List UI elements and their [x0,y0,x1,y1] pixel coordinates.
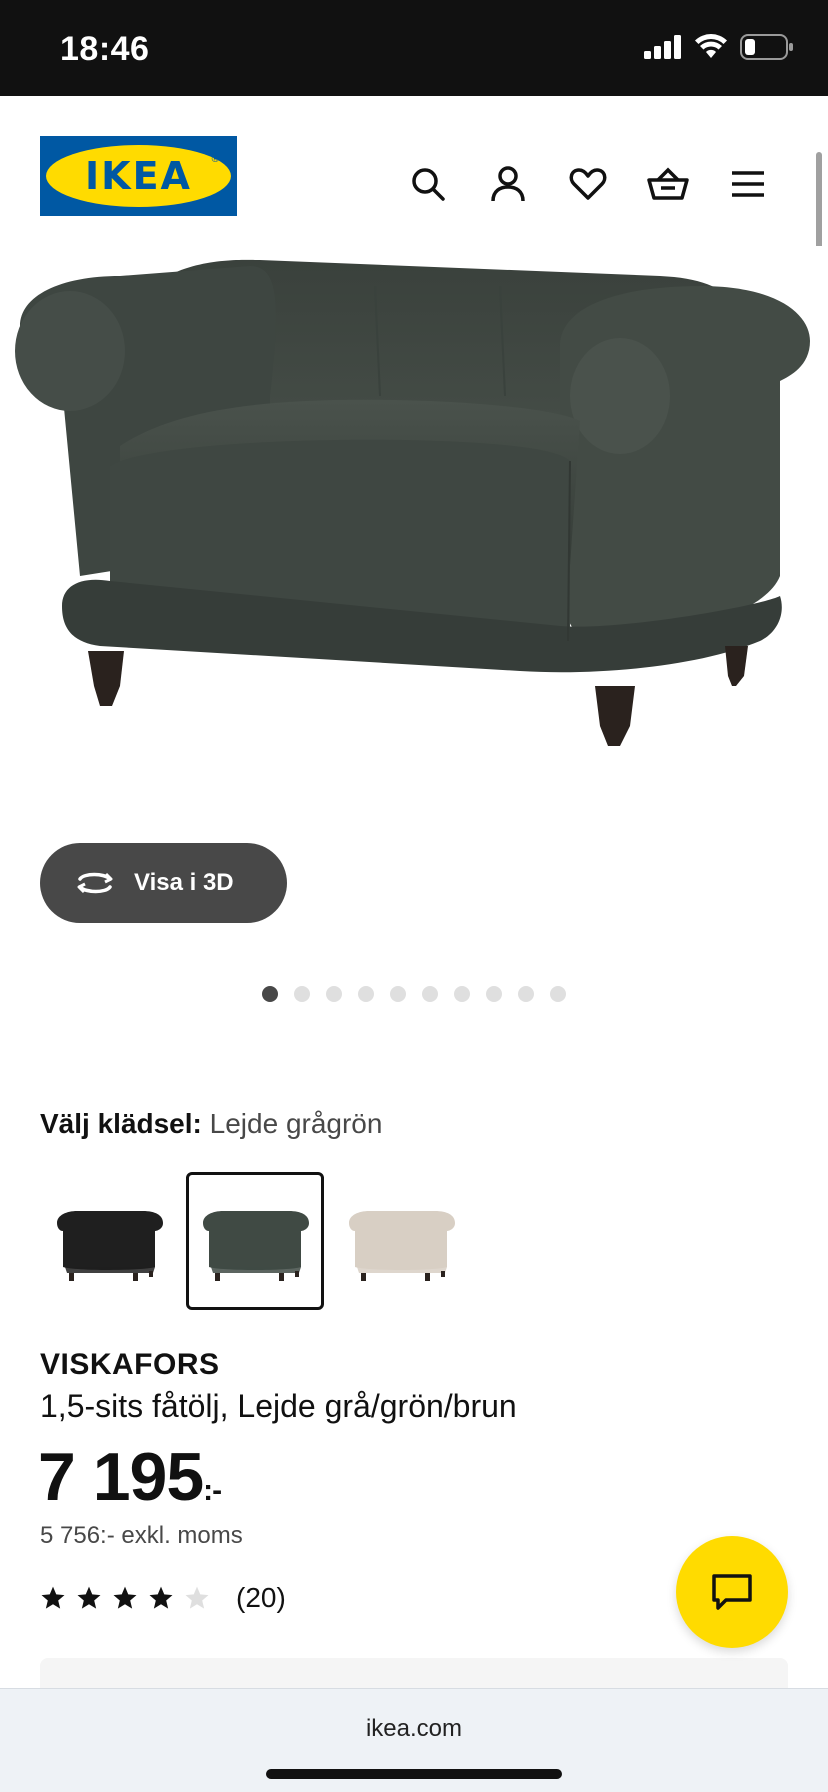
battery-icon [740,34,793,60]
image-carousel-dots [262,986,566,1002]
basket-icon[interactable] [640,156,696,212]
product-description: 1,5-sits fåtölj, Lejde grå/grön/brun [40,1388,517,1424]
favourites-icon[interactable] [560,156,616,212]
wifi-icon [695,34,727,58]
upholstery-label: Välj klädsel: [40,1108,202,1139]
logo-registered-mark: ® [211,154,219,165]
browser-address-bar: ikea.com [0,1688,828,1792]
carousel-dot[interactable] [518,986,534,1002]
chat-icon [712,1574,752,1610]
carousel-dot[interactable] [422,986,438,1002]
upholstery-swatch[interactable] [40,1172,178,1310]
carousel-dot[interactable] [262,986,278,1002]
upholstery-value: Lejde grågrön [209,1108,383,1139]
swatch-armchair-thumbnail [203,1211,309,1281]
swatch-armchair-thumbnail [349,1211,455,1281]
carousel-dot[interactable] [326,986,342,1002]
star-filled-icon [113,1586,137,1609]
status-time: 18:46 [60,30,150,68]
signal-icon [644,35,681,59]
star-filled-icon [149,1586,173,1609]
star-filled-icon [41,1586,65,1609]
site-header: IKEA ® [0,96,828,246]
logo-text: IKEA [85,154,192,198]
carousel-dot[interactable] [390,986,406,1002]
upholstery-selector-label: Välj klädsel: Lejde grågrön [40,1108,382,1140]
rating-count: (20) [236,1582,286,1613]
view-in-3d-label: Visa i 3D [134,869,234,896]
ikea-logo[interactable]: IKEA ® [40,136,237,216]
carousel-dot[interactable] [454,986,470,1002]
view-in-3d-button[interactable]: Visa i 3D [40,843,287,923]
upholstery-swatch[interactable] [186,1172,324,1310]
browser-url[interactable]: ikea.com [0,1715,828,1743]
carousel-dot[interactable] [358,986,374,1002]
carousel-dot[interactable] [486,986,502,1002]
product-image[interactable] [0,246,828,846]
search-icon[interactable] [400,156,456,212]
account-icon[interactable] [480,156,536,212]
price-excl-vat: 5 756:- exkl. moms [40,1522,243,1549]
swatch-armchair-thumbnail [57,1211,163,1281]
product-name: VISKAFORS [40,1348,220,1381]
product-rating[interactable]: (20) [40,1582,286,1614]
product-price: 7 195:- [38,1438,222,1516]
star-filled-icon [77,1586,101,1609]
carousel-dot[interactable] [294,986,310,1002]
upholstery-swatch[interactable] [332,1172,470,1310]
price-main: 7 195 [38,1439,204,1515]
menu-icon[interactable] [720,156,776,212]
rotate-3d-icon [77,872,113,894]
home-indicator[interactable] [266,1769,562,1779]
chat-button[interactable] [676,1536,788,1648]
status-bar: 18:46 [0,0,828,96]
status-icons [644,34,794,60]
upholstery-swatches [40,1172,470,1310]
armchair-illustration [15,259,810,746]
carousel-dot[interactable] [550,986,566,1002]
star-empty-icon [185,1586,209,1609]
price-suffix: :- [203,1474,222,1507]
